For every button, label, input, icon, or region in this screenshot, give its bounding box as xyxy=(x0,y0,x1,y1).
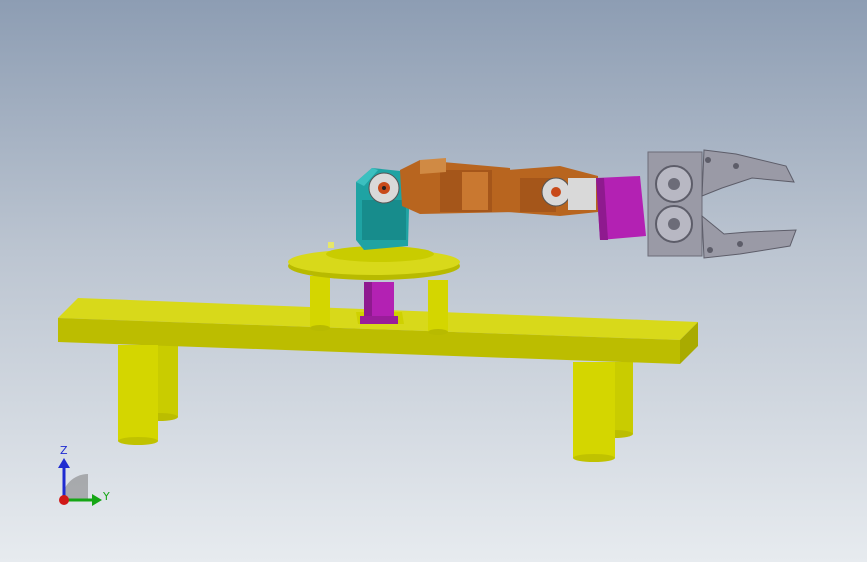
y-axis-label: Y xyxy=(102,490,110,503)
z-axis-arrow xyxy=(58,458,70,468)
robot-arm-model[interactable]: Z Y xyxy=(0,0,867,562)
upper-arm-link[interactable] xyxy=(400,158,512,214)
x-axis-dot xyxy=(59,495,69,505)
gripper-motor[interactable] xyxy=(596,176,646,240)
z-axis-label: Z xyxy=(60,444,68,457)
y-axis-arrow xyxy=(92,494,102,506)
cad-viewport[interactable]: Z Y xyxy=(0,0,867,562)
elbow-servo[interactable] xyxy=(508,166,598,216)
gripper-jaws[interactable] xyxy=(647,149,797,259)
coordinate-triad[interactable]: Z Y xyxy=(58,444,110,506)
base-servo[interactable] xyxy=(356,282,404,324)
table-legs-front xyxy=(118,345,615,462)
